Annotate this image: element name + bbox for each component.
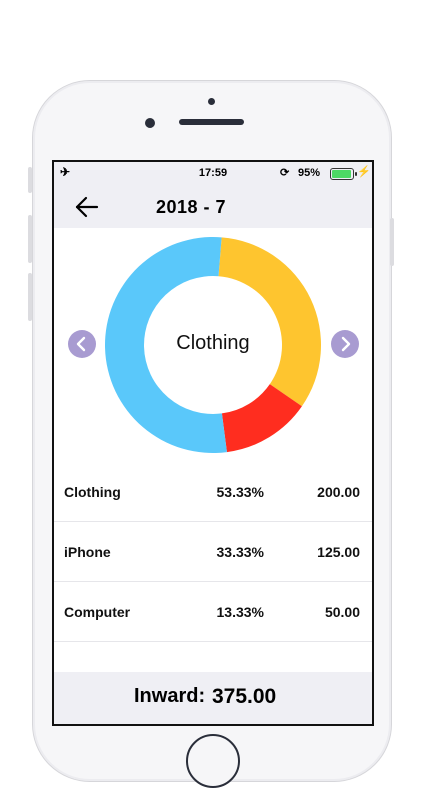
list-item[interactable]: Computer 13.33% 50.00: [54, 582, 372, 642]
back-arrow-icon[interactable]: [72, 192, 102, 222]
donut-slice-iphone[interactable]: [218, 237, 321, 407]
list-item[interactable]: Clothing 53.33% 200.00: [54, 462, 372, 522]
total-label: Inward:: [134, 685, 206, 707]
category-percent: 13.33%: [216, 604, 264, 620]
status-bar: ✈ 17:59 ⟳ 95% ⚡: [54, 162, 372, 186]
earpiece-speaker: [179, 119, 244, 125]
rotation-lock-icon: ⟳: [280, 167, 290, 179]
status-time: 17:59: [198, 167, 228, 179]
page-title: 2018 - 7: [156, 197, 227, 217]
category-amount: 125.00: [317, 544, 360, 560]
category-name: Computer: [64, 604, 131, 620]
volume-up-button: [28, 215, 32, 263]
category-percent: 53.33%: [216, 484, 264, 500]
nav-bar: 2018 - 7: [54, 186, 372, 228]
front-camera: [145, 118, 155, 128]
chart-center-label: Clothing: [176, 332, 250, 354]
category-name: iPhone: [64, 544, 111, 560]
charging-icon: ⚡: [357, 166, 371, 178]
list-item[interactable]: iPhone 33.33% 125.00: [54, 522, 372, 582]
battery-percent: 95%: [298, 167, 321, 179]
category-percent: 33.33%: [216, 544, 264, 560]
silent-switch: [28, 167, 32, 193]
category-list: Clothing 53.33% 200.00 iPhone 33.33% 125…: [54, 462, 372, 642]
category-amount: 50.00: [324, 604, 360, 620]
category-amount: 200.00: [317, 484, 360, 500]
battery-fill: [332, 170, 351, 178]
total-value: 375.00: [212, 685, 277, 708]
battery-icon: [330, 168, 357, 180]
volume-down-button: [28, 273, 32, 321]
power-button: [390, 218, 394, 266]
category-name: Clothing: [64, 484, 121, 500]
app-screen: ✈ 17:59 ⟳ 95% ⚡ 2018 - 7 Clothing Clothi…: [52, 160, 374, 726]
donut-chart-area: Clothing: [54, 228, 372, 478]
proximity-sensor: [208, 98, 215, 105]
home-button[interactable]: [186, 734, 240, 788]
total-footer: Inward: 375.00: [54, 672, 372, 724]
